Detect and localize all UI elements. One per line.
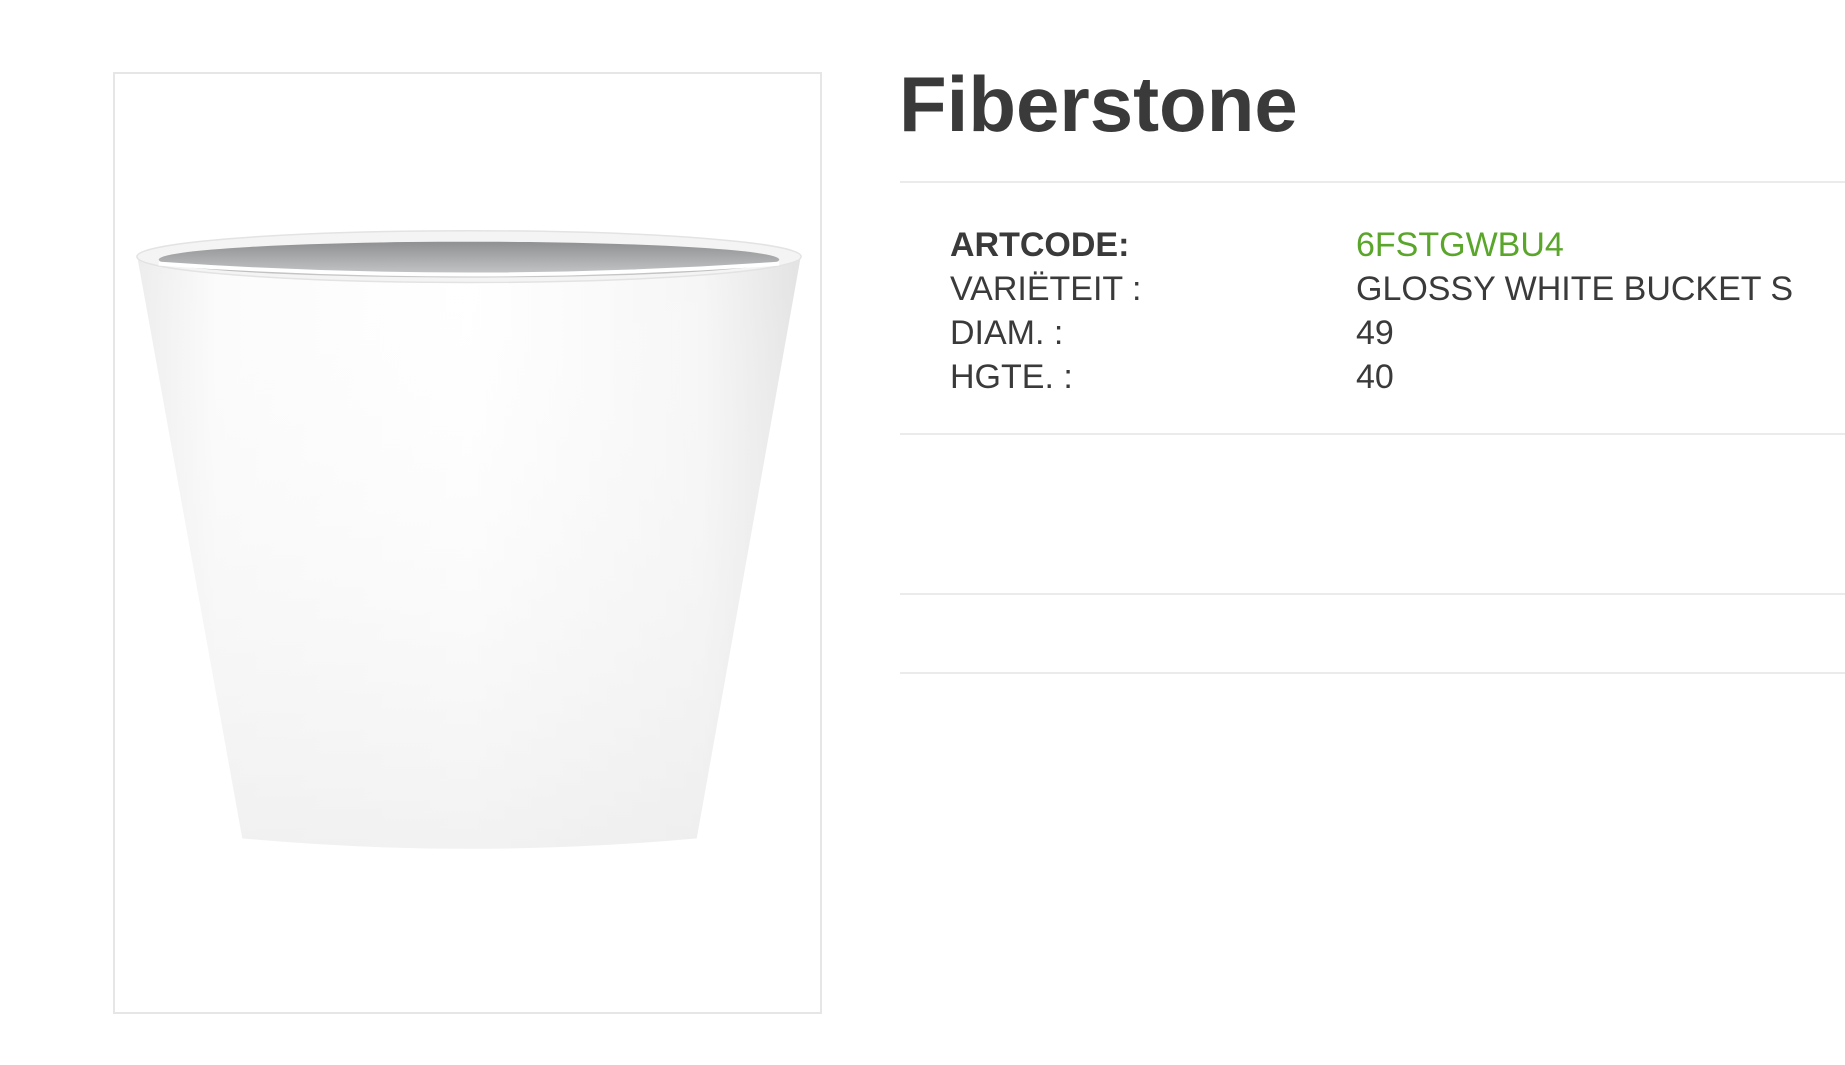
product-image-frame <box>113 72 822 1014</box>
planter-pot-icon <box>136 230 802 849</box>
diameter-label: DIAM. : <box>950 313 1064 352</box>
variety-value: GLOSSY WHITE BUCKET S <box>1356 269 1794 308</box>
divider <box>900 181 1845 183</box>
variety-label: VARIËTEIT : <box>950 269 1142 308</box>
spec-table: ARTCODE: 6FSTGWBU4 VARIËTEIT : GLOSSY WH… <box>950 223 1845 399</box>
product-title: Fiberstone <box>899 60 1298 148</box>
spec-row-height: HGTE. : 40 <box>950 355 1845 399</box>
spec-row-diameter: DIAM. : 49 <box>950 311 1845 355</box>
spec-row-variety: VARIËTEIT : GLOSSY WHITE BUCKET S <box>950 267 1845 311</box>
artcode-label: ARTCODE: <box>950 225 1130 264</box>
spec-row-artcode: ARTCODE: 6FSTGWBU4 <box>950 223 1845 267</box>
divider <box>900 433 1845 435</box>
height-label: HGTE. : <box>950 357 1073 396</box>
diameter-value: 49 <box>1356 313 1394 352</box>
height-value: 40 <box>1356 357 1394 396</box>
divider <box>900 593 1845 595</box>
divider <box>900 672 1845 674</box>
artcode-value: 6FSTGWBU4 <box>1356 225 1564 264</box>
